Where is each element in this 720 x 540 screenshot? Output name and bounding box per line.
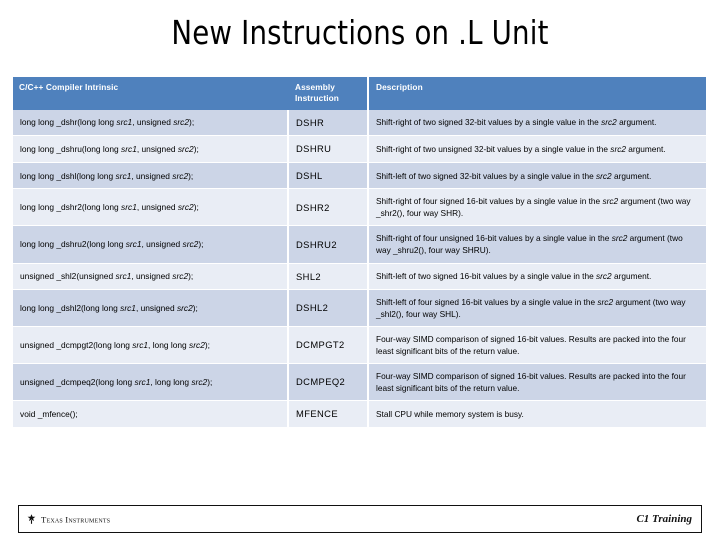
texas-instruments-logo-icon [27, 514, 36, 524]
cell-intrinsic: long long _dshr(long long src1, unsigned… [13, 109, 288, 137]
cell-assembly-instruction: DSHL2 [287, 289, 369, 328]
table-body: long long _dshr(long long src1, unsigned… [13, 109, 706, 428]
cell-intrinsic: unsigned _dcmpgt2(long long src1, long l… [13, 326, 288, 365]
footer-course-label: C1 Training [636, 513, 692, 525]
slide-footer: Texas Instruments C1 Training [18, 505, 702, 533]
cell-intrinsic: void _mfence(); [13, 400, 288, 428]
page-title: New Instructions on .L Unit [171, 13, 549, 52]
table-row: unsigned _dcmpgt2(long long src1, long l… [13, 326, 706, 365]
column-header-intrinsic: C/C++ Compiler Intrinsic [13, 77, 288, 110]
table-header: C/C++ Compiler Intrinsic Assembly Instru… [13, 77, 706, 110]
cell-intrinsic: long long _dshr2(long long src1, unsigne… [13, 188, 288, 227]
column-header-assembly: Assembly Instruction [288, 77, 368, 110]
table-row: void _mfence(); MFENCE Stall CPU while mem… [13, 400, 706, 428]
intrinsics-table: C/C++ Compiler Intrinsic Assembly Instru… [13, 77, 706, 428]
footer-brand: Texas Instruments [26, 514, 110, 525]
table-row: unsigned _dcmpeq2(long long src1, long l… [13, 363, 706, 402]
table-row: long long _dshru(long long src1, unsigne… [13, 135, 706, 163]
cell-intrinsic: long long _dshru(long long src1, unsigne… [13, 135, 288, 163]
cell-intrinsic: unsigned _shl2(unsigned src1, unsigned s… [13, 263, 288, 291]
cell-assembly-instruction: MFENCE [287, 400, 369, 428]
cell-description: Stall CPU while memory system is busy. [368, 400, 706, 428]
cell-assembly-instruction: DSHR2 [287, 188, 369, 227]
cell-intrinsic: unsigned _dcmpeq2(long long src1, long l… [13, 363, 288, 402]
texas-instruments-wordmark: Texas Instruments [41, 514, 111, 524]
table-row: long long _dshru2(long long src1, unsign… [13, 225, 706, 264]
cell-description: Shift-left of two signed 32-bit values b… [368, 162, 706, 190]
table-row: long long _dshr(long long src1, unsigned… [13, 109, 706, 137]
cell-intrinsic: long long _dshl2(long long src1, unsigne… [13, 289, 288, 328]
cell-assembly-instruction: DSHRU [287, 135, 369, 163]
table-row: long long _dshl(long long src1, unsigned… [13, 162, 706, 190]
table-row: long long _dshr2(long long src1, unsigne… [13, 188, 706, 227]
table-row: long long _dshl2(long long src1, unsigne… [13, 289, 706, 328]
cell-assembly-instruction: DSHL [287, 162, 369, 190]
cell-description: Shift-right of two signed 32-bit values … [368, 109, 706, 137]
cell-description: Four-way SIMD comparison of signed 16-bi… [368, 363, 706, 402]
cell-description: Four-way SIMD comparison of signed 16-bi… [368, 326, 706, 365]
cell-assembly-instruction: DCMPEQ2 [287, 363, 369, 402]
slide-canvas: New Instructions on .L Unit C/C++ Compil… [0, 0, 720, 540]
cell-assembly-instruction: DSHRU2 [287, 225, 369, 264]
table-row: unsigned _shl2(unsigned src1, unsigned s… [13, 263, 706, 291]
cell-assembly-instruction: DCMPGT2 [287, 326, 369, 365]
cell-assembly-instruction: DSHR [287, 109, 369, 137]
cell-description: Shift-left of two signed 16-bit values b… [368, 263, 706, 291]
cell-description: Shift-left of four signed 16-bit values … [368, 289, 706, 328]
cell-intrinsic: long long _dshl(long long src1, unsigned… [13, 162, 288, 190]
cell-description: Shift-right of four signed 16-bit values… [368, 188, 706, 227]
cell-assembly-instruction: SHL2 [287, 263, 369, 291]
cell-intrinsic: long long _dshru2(long long src1, unsign… [13, 225, 288, 264]
column-header-description: Description [367, 77, 706, 110]
table-header-row: C/C++ Compiler Intrinsic Assembly Instru… [13, 77, 706, 110]
cell-description: Shift-right of four unsigned 16-bit valu… [368, 225, 706, 264]
cell-description: Shift-right of two unsigned 32-bit value… [368, 135, 706, 163]
